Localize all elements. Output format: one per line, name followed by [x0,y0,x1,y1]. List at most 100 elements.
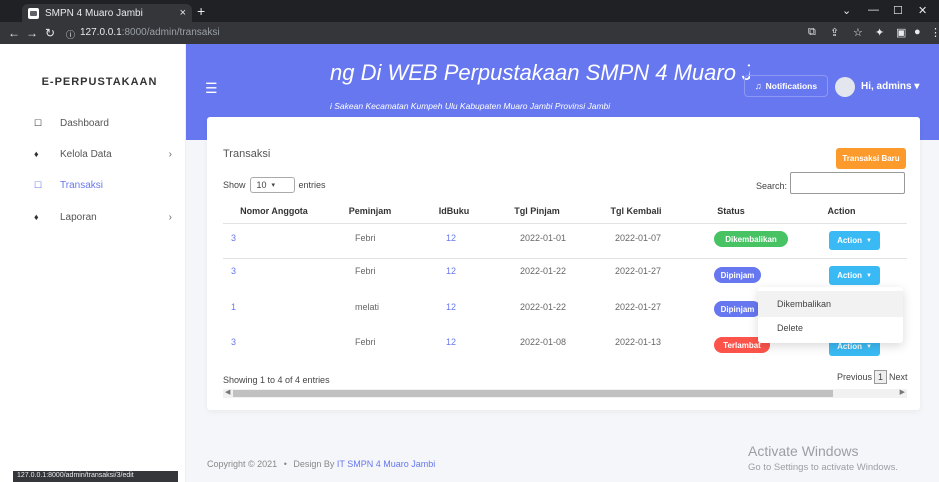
cell-idbuku[interactable]: 12 [446,337,456,347]
pagination: Previous 1 Next [837,370,908,384]
hamburger-menu-icon[interactable]: ☰ [205,80,218,97]
divider [223,258,907,259]
status-badge: Dipinjam [714,267,761,283]
sidebar-item-label: Kelola Data [60,148,112,160]
cell-tgl-pinjam: 2022-01-22 [520,302,567,312]
browser-tab[interactable]: SMPN 4 Muaro Jambi × [22,4,192,22]
cell-nomor[interactable]: 3 [231,233,236,243]
menu-item-dikembalikan[interactable]: Dikembalikan [758,291,903,317]
marquee-title: ng Di WEB Perpustakaan SMPN 4 Muaro Jamb… [330,60,750,85]
column-header[interactable]: Peminjam [345,206,395,216]
entries-select[interactable]: 10 ▾ [249,177,295,193]
chevron-down-icon: ▾ [271,182,276,189]
address-bar: ← → ↻ ⓘ 127.0.0.1:8000/admin/transaksi ⧉… [0,22,939,44]
cell-tgl-kembali: 2022-01-27 [615,266,662,276]
minimize-icon[interactable]: — [868,4,879,16]
chevron-down-icon: ▼ [865,272,872,279]
cell-tgl-kembali: 2022-01-07 [615,233,662,243]
column-header[interactable]: Nomor Anggota [234,206,314,216]
cell-tgl-pinjam: 2022-01-08 [520,337,567,347]
card-title: Transaksi [223,148,271,160]
tab-title: SMPN 4 Muaro Jambi [45,7,143,19]
avatar[interactable] [835,77,855,97]
extensions-icon[interactable]: ✦ [875,26,884,39]
cell-idbuku[interactable]: 12 [446,233,456,243]
scrollbar-thumb[interactable] [233,390,833,397]
page-1-button[interactable]: 1 [874,370,888,384]
footer-link[interactable]: IT SMPN 4 Muaro Jambi [337,459,435,469]
sidebar-item-label: Laporan [60,211,97,223]
horizontal-scrollbar[interactable]: ◀ ▶ [223,389,907,398]
divider [223,223,907,224]
url-field[interactable]: 127.0.0.1:8000/admin/transaksi [80,27,220,38]
sidebar-item-dashboard[interactable]: ☐ Dashboard [13,108,186,138]
cell-peminjam: melati [355,302,380,312]
forward-icon[interactable]: → [26,26,38,40]
cell-nomor[interactable]: 1 [231,302,236,312]
sidebar-item-label: Transaksi [60,179,103,191]
cell-tgl-pinjam: 2022-01-22 [520,266,567,276]
back-icon[interactable]: ← [8,26,20,40]
sidebar-item-kelola-data[interactable]: ♦ Kelola Data › [13,139,186,169]
cell-peminjam: Febri [355,266,376,276]
bookmark-star-icon[interactable]: ☆ [853,26,863,39]
search-label: Search: [756,181,788,191]
status-bar-url: 127.0.0.1:8000/admin/transaksi/3/edit [13,471,178,482]
cell-idbuku[interactable]: 12 [446,266,456,276]
tab-search-icon[interactable]: ⌄ [842,4,851,17]
maximize-icon[interactable]: ☐ [893,4,903,17]
action-button[interactable]: Action ▼ [829,266,880,285]
column-header[interactable]: Tgl Pinjam [507,206,567,216]
bell-icon: ♫ [754,81,762,91]
sidepanel-icon[interactable]: ▣ [896,26,906,39]
close-window-icon[interactable]: ✕ [918,4,927,17]
transaksi-baru-button[interactable]: Transaksi Baru [836,148,906,169]
menu-item-delete[interactable]: Delete [758,315,903,341]
cell-nomor[interactable]: 3 [231,337,236,347]
cell-tgl-kembali: 2022-01-13 [615,337,662,347]
square-icon: ☐ [34,117,43,128]
table-info: Showing 1 to 4 of 4 entries [223,375,330,385]
sidebar-item-label: Dashboard [60,117,109,129]
translate-icon[interactable]: ⧉ [808,26,816,39]
profile-icon[interactable]: ● [914,26,921,38]
previous-page-button[interactable]: Previous [837,372,872,382]
sidebar: E-PERPUSTAKAAN ☐ Dashboard ♦ Kelola Data… [13,44,186,482]
user-menu[interactable]: Hi, admins ▾ [861,81,919,92]
cell-nomor[interactable]: 3 [231,266,236,276]
next-page-button[interactable]: Next [889,372,908,382]
scroll-right-icon[interactable]: ▶ [900,388,905,396]
entries-length: Show 10 ▾ entries [223,177,326,193]
brand-logo[interactable]: E-PERPUSTAKAAN [13,76,186,88]
site-favicon-icon [28,7,39,19]
status-badge: Dikembalikan [714,231,788,247]
reload-icon[interactable]: ↻ [45,26,55,40]
column-header[interactable]: Action [819,206,864,216]
cell-peminjam: Febri [355,233,376,243]
sidebar-item-transaksi[interactable]: ☐ Transaksi [13,170,186,200]
chevron-right-icon: › [168,148,172,160]
square-icon: ☐ [34,179,43,190]
transaksi-card: Transaksi Transaksi Baru Show 10 ▾ entrie… [207,117,920,410]
new-tab-button[interactable]: + [197,3,205,19]
action-button[interactable]: Action ▼ [829,231,880,250]
chevron-down-icon: ▼ [865,237,872,244]
menu-icon[interactable]: ⋮ [930,26,939,39]
column-header[interactable]: IdBuku [434,206,474,216]
share-icon[interactable]: ⇪ [830,26,839,39]
sidebar-item-laporan[interactable]: ♦ Laporan › [13,202,186,232]
column-header[interactable]: Tgl Kembali [606,206,666,216]
notifications-button[interactable]: ♫ Notifications [744,75,828,97]
cell-tgl-kembali: 2022-01-27 [615,302,662,312]
fire-icon: ♦ [34,149,39,159]
scroll-left-icon[interactable]: ◀ [225,388,230,396]
search-input[interactable] [790,172,905,194]
tab-close-icon[interactable]: × [180,7,186,19]
column-header[interactable]: Status [711,206,751,216]
action-dropdown-menu: Dikembalikan Delete [758,287,903,343]
fire-icon: ♦ [34,212,39,222]
cell-idbuku[interactable]: 12 [446,302,456,312]
marquee-subtitle: i Sakean Kecamatan Kumpeh Ulu Kabupaten … [330,101,611,111]
footer: Copyright © 2021 • Design By IT SMPN 4 M… [207,459,436,469]
cell-tgl-pinjam: 2022-01-01 [520,233,567,243]
